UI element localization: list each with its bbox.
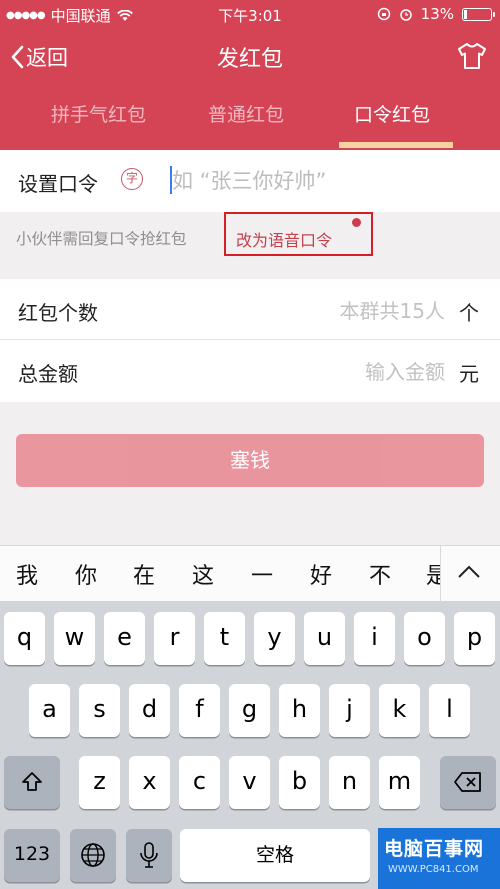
tab-password[interactable]: 口令红包	[354, 100, 430, 127]
numbers-key[interactable]: 123	[4, 829, 60, 882]
candidate-word[interactable]: 一	[251, 558, 273, 590]
key-e[interactable]: e	[104, 612, 145, 665]
amount-input[interactable]	[250, 355, 447, 389]
backspace-icon	[454, 772, 481, 792]
candidate-bar: 我 你 在 这 一 好 不 是	[0, 545, 500, 602]
amount-label: 总金额	[18, 362, 78, 386]
tab-normal[interactable]: 普通红包	[208, 100, 284, 127]
count-label: 红包个数	[18, 301, 98, 325]
key-n[interactable]: n	[329, 756, 370, 809]
key-j[interactable]: j	[329, 684, 370, 737]
site-watermark: 电脑百事网 WWW.PC841.COM	[378, 828, 500, 889]
count-unit: 个	[459, 301, 479, 325]
backspace-key[interactable]	[440, 756, 496, 809]
battery-percent: 13%	[420, 5, 454, 23]
count-input[interactable]	[230, 294, 447, 328]
battery-icon	[462, 7, 495, 21]
candidate-word[interactable]: 你	[75, 558, 97, 590]
key-u[interactable]: u	[304, 612, 345, 665]
text-cursor	[170, 166, 172, 194]
key-c[interactable]: c	[179, 756, 220, 809]
candidate-word[interactable]: 是	[426, 558, 440, 590]
watermark-url: WWW.PC841.COM	[388, 864, 479, 875]
hint-text: 小伙伴需回复口令抢红包	[16, 230, 187, 248]
send-money-button[interactable]: 塞钱	[16, 434, 484, 487]
active-tab-indicator	[339, 142, 453, 148]
key-r[interactable]: r	[154, 612, 195, 665]
status-bar: ●●●●● 中国联通 下午3:01 13%	[0, 0, 500, 28]
key-g[interactable]: g	[229, 684, 270, 737]
red-header: ●●●●● 中国联通 下午3:01 13% 返回 发红包 拼手气红包 普通红包 …	[0, 0, 500, 150]
password-input[interactable]	[170, 163, 474, 199]
key-h[interactable]: h	[279, 684, 320, 737]
key-y[interactable]: y	[254, 612, 295, 665]
candidate-word[interactable]: 我	[16, 558, 38, 590]
key-f[interactable]: f	[179, 684, 220, 737]
key-o[interactable]: o	[404, 612, 445, 665]
microphone-icon	[140, 842, 158, 868]
tab-bar: 拼手气红包 普通红包 口令红包	[0, 94, 500, 150]
key-x[interactable]: x	[129, 756, 170, 809]
candidate-word[interactable]: 不	[369, 558, 391, 590]
key-a[interactable]: a	[29, 684, 70, 737]
candidate-divider	[440, 546, 441, 602]
globe-icon	[81, 843, 105, 867]
nav-bar: 返回 发红包	[0, 30, 500, 84]
key-q[interactable]: q	[4, 612, 45, 665]
voice-password-link[interactable]: 改为语音口令	[236, 227, 332, 251]
key-v[interactable]: v	[229, 756, 270, 809]
key-m[interactable]: m	[379, 756, 420, 809]
globe-key[interactable]	[70, 829, 116, 882]
key-s[interactable]: s	[79, 684, 120, 737]
shift-icon	[22, 772, 42, 791]
shift-key[interactable]	[4, 756, 60, 809]
candidate-word[interactable]: 好	[310, 558, 332, 590]
key-t[interactable]: t	[204, 612, 245, 665]
key-z[interactable]: z	[79, 756, 120, 809]
divider	[0, 339, 500, 340]
alarm-icon	[399, 9, 412, 21]
microphone-key[interactable]	[126, 829, 172, 882]
candidate-word[interactable]: 在	[133, 558, 155, 590]
key-b[interactable]: b	[279, 756, 320, 809]
key-w[interactable]: w	[54, 612, 95, 665]
page-title: 发红包	[216, 47, 283, 72]
key-k[interactable]: k	[379, 684, 420, 737]
key-l[interactable]: l	[429, 684, 470, 737]
space-key[interactable]: 空格	[180, 829, 370, 882]
new-badge-dot	[352, 218, 361, 227]
tab-lucky[interactable]: 拼手气红包	[51, 100, 146, 127]
amount-unit: 元	[459, 362, 479, 386]
key-d[interactable]: d	[129, 684, 170, 737]
tshirt-icon[interactable]	[456, 42, 488, 70]
password-label: 设置口令	[18, 172, 98, 196]
watermark-title: 电脑百事网	[384, 838, 485, 860]
char-badge[interactable]: 字	[121, 168, 143, 190]
key-p[interactable]: p	[454, 612, 495, 665]
chevron-up-icon[interactable]	[456, 564, 482, 580]
candidate-word[interactable]: 这	[192, 558, 214, 590]
rotation-lock-icon	[377, 7, 390, 21]
key-i[interactable]: i	[354, 612, 395, 665]
